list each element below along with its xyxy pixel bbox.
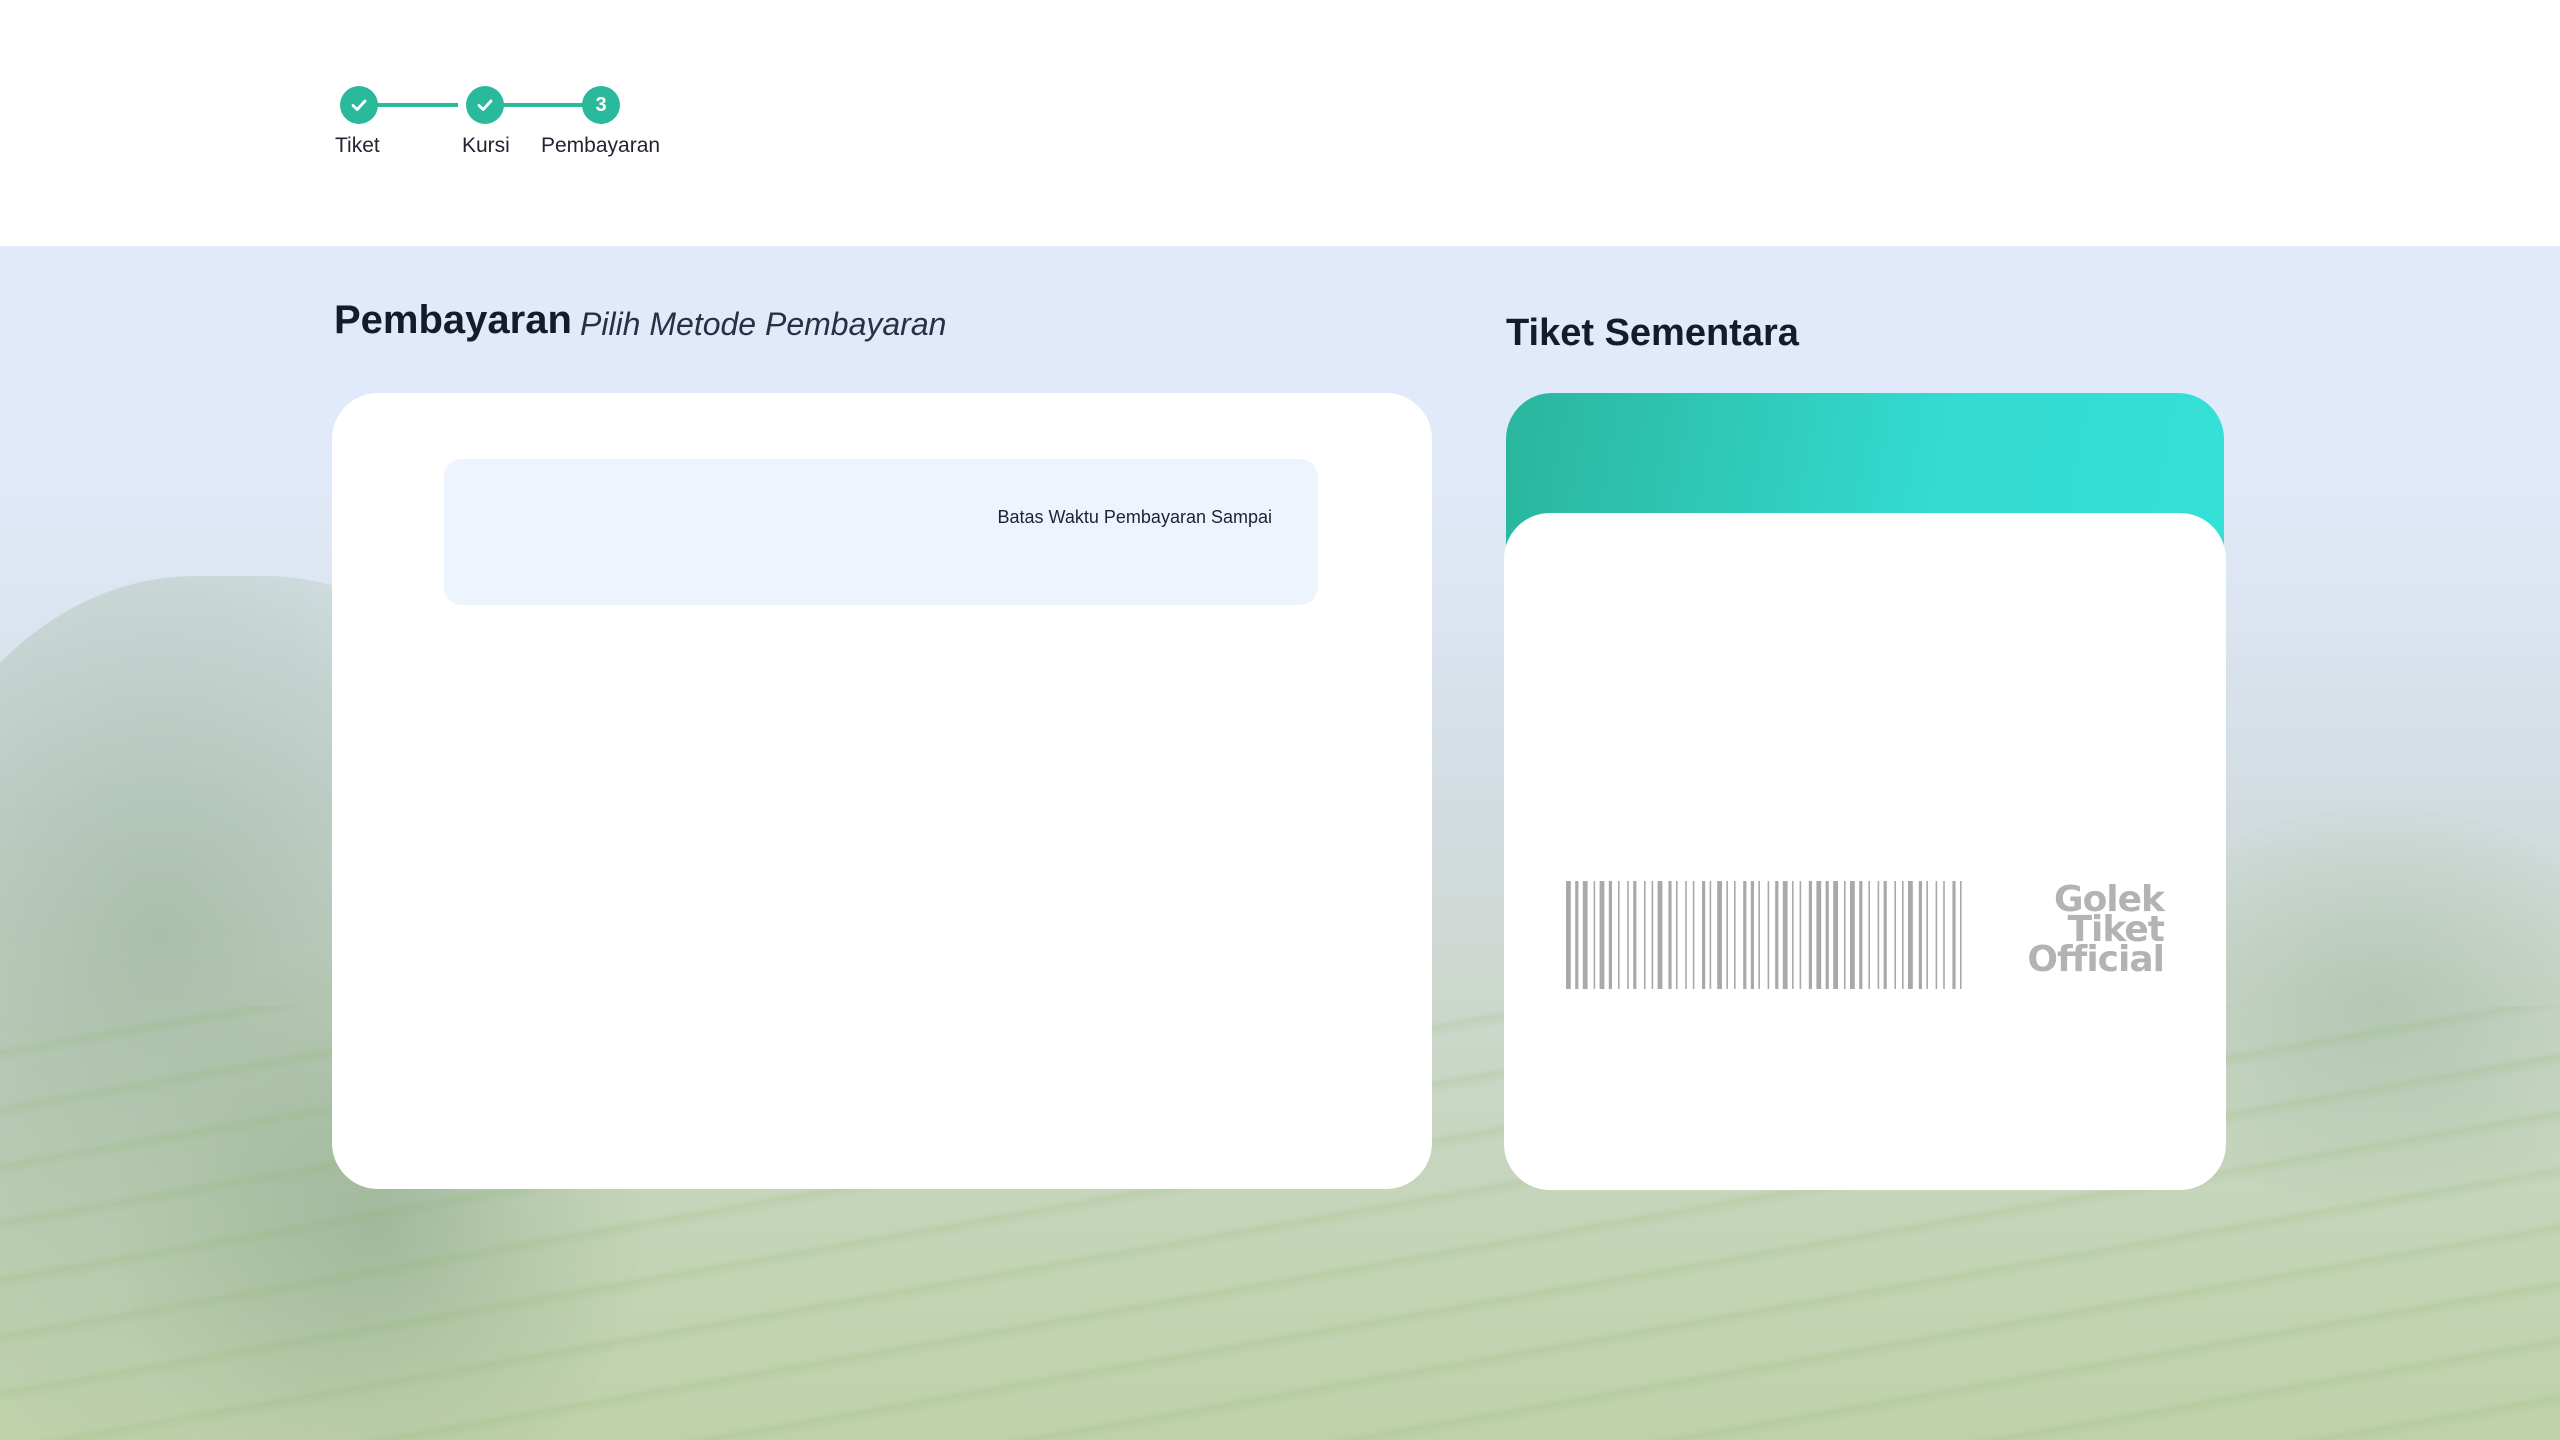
barcode-bar <box>1775 881 1779 989</box>
payment-title: Pembayaran <box>334 298 572 342</box>
barcode-bar <box>1608 881 1612 989</box>
barcode-bar <box>1859 881 1863 989</box>
barcode-bar <box>1868 881 1870 989</box>
barcode-bar <box>1709 881 1712 989</box>
barcode-bar <box>1850 881 1855 989</box>
barcode-bar <box>1685 881 1687 989</box>
barcode-bar <box>1644 881 1646 989</box>
temporary-ticket: Golek Tiket Official <box>1504 393 2226 1190</box>
barcode-bar <box>1692 881 1695 989</box>
barcode-bar <box>1926 881 1928 989</box>
barcode-bar <box>1717 881 1722 989</box>
barcode-bar <box>1627 881 1629 989</box>
barcode-bar <box>1657 881 1663 989</box>
barcode-bar <box>1918 881 1922 989</box>
payment-page: 3 Tiket Kursi Pembayaran Pembayaran Pili… <box>0 0 2560 1440</box>
step-label-tiket[interactable]: Tiket <box>335 134 380 158</box>
barcode-bar <box>1582 881 1588 989</box>
payment-deadline-label: Batas Waktu Pembayaran Sampai <box>997 507 1272 527</box>
barcode-bar <box>1943 881 1945 989</box>
ticket-body: Golek Tiket Official <box>1504 513 2226 1190</box>
check-icon <box>351 99 367 111</box>
barcode-bar <box>1651 881 1654 989</box>
barcode-bar <box>1908 881 1913 989</box>
barcode-bar <box>1952 881 1956 989</box>
barcode-bar <box>1894 881 1896 989</box>
ticket-title: Tiket Sementara <box>1506 312 1799 354</box>
step-label-pembayaran[interactable]: Pembayaran <box>541 134 660 158</box>
barcode-bar <box>1734 881 1736 989</box>
barcode-bar <box>1792 881 1794 989</box>
barcode-bar <box>1782 881 1788 989</box>
barcode-bar <box>1668 881 1672 989</box>
check-icon <box>477 99 493 111</box>
barcode-bar <box>1726 881 1728 989</box>
barcode-bar <box>1676 881 1678 989</box>
barcode-bar <box>1566 881 1571 989</box>
barcode-bar <box>1599 881 1605 989</box>
stepper-connector <box>370 103 458 107</box>
stepper-connector <box>496 103 584 107</box>
barcode-bar <box>1844 881 1846 989</box>
barcode-bar <box>1808 881 1812 989</box>
barcode-bar <box>1799 881 1802 989</box>
barcode-bar <box>1935 881 1938 989</box>
header: 3 Tiket Kursi Pembayaran <box>0 0 2560 246</box>
barcode-bar <box>1877 881 1880 989</box>
barcode-bar <box>1593 881 1596 989</box>
barcode-bar <box>1758 881 1760 989</box>
barcode-bar <box>1767 881 1770 989</box>
progress-stepper: 3 Tiket Kursi Pembayaran <box>330 84 670 174</box>
barcode-bar <box>1833 881 1838 989</box>
barcode-bar <box>1902 881 1904 989</box>
barcode-bar <box>1575 881 1579 989</box>
barcode-bar <box>1750 881 1754 989</box>
brand-logo: Golek Tiket Official <box>2027 882 2165 980</box>
barcode-bar <box>1816 881 1822 989</box>
barcode-bar <box>1702 881 1706 989</box>
step-label-kursi[interactable]: Kursi <box>462 134 510 158</box>
barcode-bar <box>1825 881 1829 989</box>
step-tiket-check-icon[interactable] <box>340 86 378 124</box>
barcode-bar <box>1618 881 1620 989</box>
payment-deadline-box: Batas Waktu Pembayaran Sampai <box>444 459 1318 605</box>
step-pembayaran-number[interactable]: 3 <box>582 86 620 124</box>
brand-logo-line: Official <box>2027 939 2165 980</box>
step-kursi-check-icon[interactable] <box>466 86 504 124</box>
barcode-bar <box>1883 881 1887 989</box>
payment-subtitle: Pilih Metode Pembayaran <box>580 306 947 342</box>
barcode-icon <box>1566 881 1962 989</box>
barcode-bar <box>1960 881 1962 989</box>
barcode-bar <box>1633 881 1637 989</box>
barcode-bar <box>1743 881 1747 989</box>
payment-card: Batas Waktu Pembayaran Sampai <box>332 393 1432 1189</box>
